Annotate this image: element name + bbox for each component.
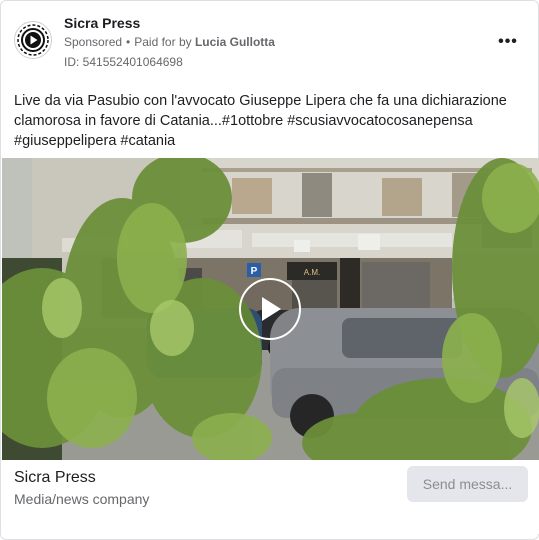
play-logo-icon [17, 24, 49, 56]
more-horizontal-icon: ••• [498, 33, 518, 50]
ad-header: Sicra Press Sponsored • Paid for by Lucia … [1, 1, 539, 81]
ad-id: ID: 541552401064698 [64, 55, 183, 69]
play-button[interactable] [239, 278, 301, 340]
storefront-sign: A.M. [304, 268, 320, 277]
page-name[interactable]: Sicra Press [64, 15, 140, 31]
ad-meta: Sponsored • Paid for by Lucia Gullotta [64, 35, 275, 49]
footer-category: Media/news company [14, 491, 150, 507]
ad-body-text: Live da via Pasubio con l'avvocato Giuse… [14, 93, 507, 149]
svg-text:P: P [251, 266, 258, 277]
video-thumbnail[interactable]: A.M. P [2, 158, 539, 460]
ad-footer: Sicra Press Media/news company Send mess… [2, 460, 539, 534]
more-options-button[interactable]: ••• [495, 29, 521, 55]
play-icon [262, 297, 281, 321]
sponsored-label: Sponsored [64, 35, 123, 49]
paid-for-prefix: Paid for by [134, 35, 192, 49]
send-message-button[interactable]: Send messa... [407, 466, 528, 502]
meta-separator: • [126, 35, 131, 49]
paid-for-name: Lucia Gullotta [194, 35, 275, 49]
page-avatar[interactable] [14, 21, 52, 59]
footer-page-name[interactable]: Sicra Press [14, 469, 96, 487]
ad-card: Sicra Press Sponsored • Paid for by Lucia … [0, 0, 539, 540]
